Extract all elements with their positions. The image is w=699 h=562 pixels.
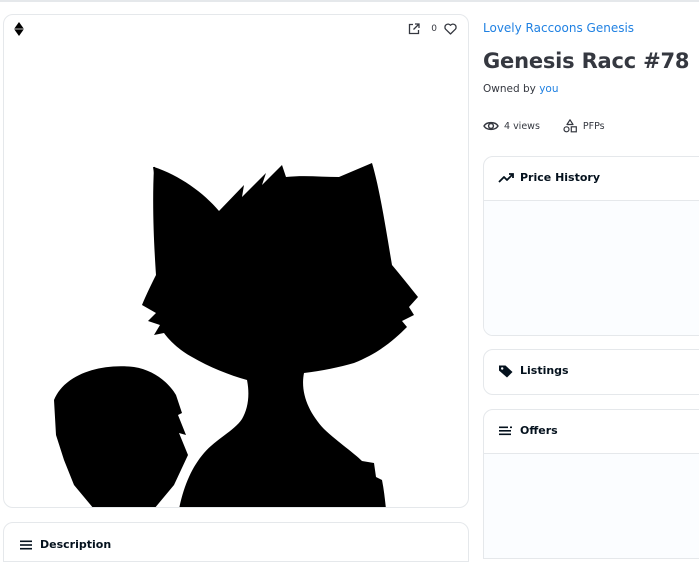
tag-icon (499, 365, 513, 378)
offers-panel: Offers (483, 409, 699, 559)
media-actions: 0 (406, 21, 458, 37)
raccoon-silhouette-image (54, 163, 418, 507)
price-history-label: Price History (520, 171, 601, 184)
ownership-line: Owned by you (483, 83, 559, 95)
ethereum-icon[interactable] (14, 22, 24, 36)
heart-icon[interactable] (442, 21, 458, 37)
media-header: 0 (4, 15, 468, 43)
category-label[interactable]: PFPs (583, 121, 605, 132)
list-icon (499, 426, 512, 436)
listings-header[interactable]: Listings (484, 350, 699, 393)
listings-label: Listings (520, 364, 569, 377)
offers-header[interactable]: Offers (484, 410, 699, 453)
external-link-icon[interactable] (406, 21, 422, 37)
item-stats: 4 views PFPs (483, 119, 605, 133)
description-panel[interactable]: Description (3, 522, 469, 562)
eye-icon (483, 121, 499, 131)
list-icon (20, 540, 32, 550)
owned-by-label: Owned by (483, 83, 536, 95)
asset-media-card: 0 (3, 14, 469, 508)
shapes-icon (563, 119, 577, 133)
owner-link[interactable]: you (539, 83, 558, 95)
collection-link[interactable]: Lovely Raccoons Genesis (483, 21, 634, 35)
price-history-header[interactable]: Price History (484, 157, 699, 200)
item-title: Genesis Racc #78 (483, 49, 690, 73)
top-divider (0, 0, 699, 2)
favorite-count: 0 (431, 24, 437, 34)
listings-panel[interactable]: Listings (483, 349, 699, 395)
views-count: 4 views (504, 120, 540, 132)
offers-body (484, 453, 699, 558)
price-history-body (484, 200, 699, 335)
price-history-panel: Price History (483, 156, 699, 336)
offers-label: Offers (520, 424, 558, 437)
trending-up-icon (498, 173, 514, 183)
description-label: Description (40, 538, 112, 551)
